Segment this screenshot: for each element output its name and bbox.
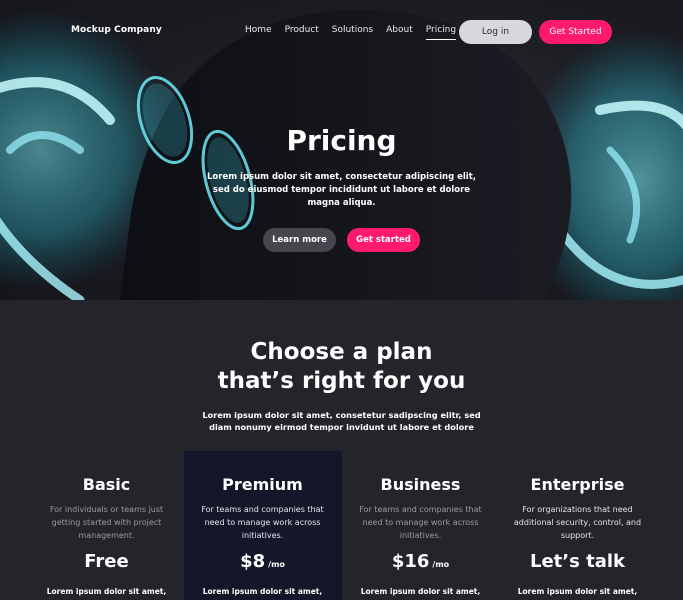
plan-feature: Lorem ipsum dolor sit amet, bbox=[517, 587, 638, 596]
plans-heading: Choose a plan that’s right for you bbox=[0, 338, 683, 396]
plan-price: $16/mo bbox=[342, 551, 499, 572]
nav-link-about[interactable]: About bbox=[386, 25, 413, 35]
plans-heading-line1: Choose a plan bbox=[250, 339, 433, 365]
login-button[interactable]: Log in bbox=[459, 20, 532, 44]
plan-name: Premium bbox=[222, 475, 303, 494]
plan-price: $8/mo bbox=[184, 551, 341, 572]
plan-price-value: Free bbox=[84, 551, 129, 572]
nav-link-pricing[interactable]: Pricing bbox=[425, 25, 457, 40]
plan-price-period: /mo bbox=[432, 560, 450, 569]
plan-name: Business bbox=[380, 475, 461, 494]
plan-feature: Lorem ipsum dolor sit amet, bbox=[202, 587, 323, 596]
plan-price-value: Let’s talk bbox=[530, 551, 625, 572]
plan-description: For teams and companies that need to man… bbox=[201, 505, 324, 540]
plan-name: Enterprise bbox=[530, 475, 625, 494]
company-logo[interactable]: Mockup Company bbox=[71, 25, 162, 35]
plan-price-value: $8 bbox=[240, 551, 266, 572]
plans-heading-line2: that’s right for you bbox=[217, 368, 466, 394]
plan-price: Let’s talk bbox=[499, 551, 656, 572]
plan-feature: Lorem ipsum dolor sit amet, bbox=[46, 587, 167, 596]
plan-description: For teams and companies that need to man… bbox=[359, 505, 482, 540]
top-navigation: Mockup Company Home Product Solutions Ab… bbox=[0, 0, 683, 64]
plan-price-period: /mo bbox=[268, 560, 285, 569]
get-started-nav-button[interactable]: Get Started bbox=[539, 20, 612, 44]
nav-link-home[interactable]: Home bbox=[245, 25, 272, 35]
hero-title: Pricing bbox=[286, 124, 397, 157]
nav-link-solutions[interactable]: Solutions bbox=[332, 25, 373, 35]
plan-price-value: $16 bbox=[391, 551, 430, 572]
plan-feature: Lorem ipsum dolor sit amet, bbox=[360, 587, 481, 596]
plan-description: For organizations that need additional s… bbox=[513, 505, 642, 540]
nav-links: Home Product Solutions About Pricing bbox=[245, 25, 469, 40]
plan-price: Free bbox=[28, 551, 185, 572]
plan-description: For individuals or teams just getting st… bbox=[49, 505, 164, 540]
plans-subtitle: Lorem ipsum dolor sit amet, consetetur s… bbox=[202, 410, 481, 432]
get-started-button[interactable]: Get started bbox=[347, 228, 420, 252]
hero-section: Mockup Company Home Product Solutions Ab… bbox=[0, 0, 683, 300]
learn-more-button[interactable]: Learn more bbox=[263, 228, 336, 252]
nav-link-product[interactable]: Product bbox=[285, 25, 319, 35]
hero-subtitle: Lorem ipsum dolor sit amet, consectetur … bbox=[207, 172, 476, 208]
plan-name: Basic bbox=[82, 475, 131, 494]
